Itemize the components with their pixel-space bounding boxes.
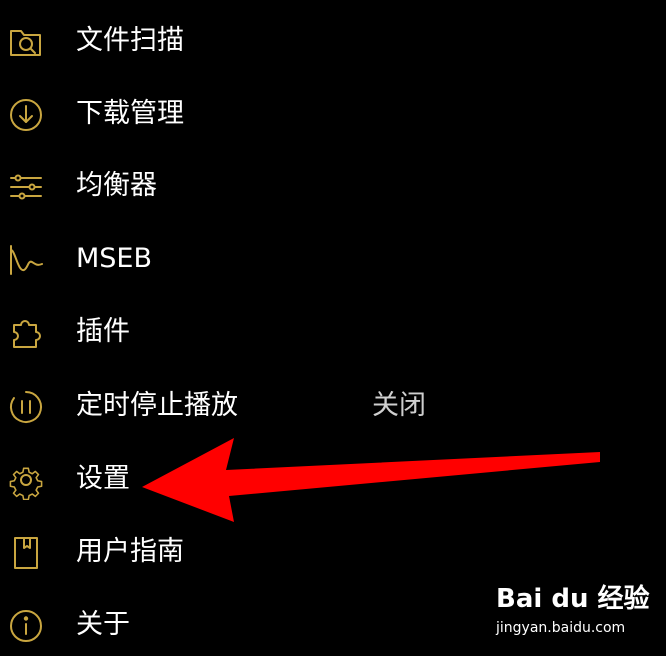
menu-item-label: MSEB [76, 243, 153, 274]
menu-item-sleep-timer[interactable]: 定时停止播放 关闭 [0, 373, 666, 437]
menu-item-download-manager[interactable]: 下载管理 [0, 81, 666, 145]
menu-item-label: 关于 [76, 609, 130, 640]
info-icon [6, 606, 46, 646]
equalizer-icon [6, 167, 46, 207]
baidu-jingyan-watermark: Bai du 经验 jingyan.baidu.com [496, 578, 650, 640]
menu-item-label: 用户指南 [76, 536, 184, 567]
menu-item-label: 文件扫描 [76, 25, 184, 56]
watermark-url: jingyan.baidu.com [496, 620, 626, 636]
menu-item-mseb[interactable]: MSEB [0, 226, 666, 290]
puzzle-icon [6, 313, 46, 353]
gear-icon [6, 460, 46, 500]
timer-pause-icon [6, 387, 46, 427]
menu-item-label: 设置 [76, 463, 130, 494]
menu-item-equalizer[interactable]: 均衡器 [0, 153, 666, 217]
waveform-icon [6, 240, 46, 280]
menu-item-label: 下载管理 [76, 98, 184, 129]
menu-item-file-scan[interactable]: 文件扫描 [0, 8, 666, 72]
book-icon [6, 533, 46, 573]
sleep-timer-status: 关闭 [372, 390, 426, 421]
menu-item-label: 均衡器 [76, 170, 157, 201]
menu-item-label: 定时停止播放 [76, 390, 238, 421]
menu-item-settings[interactable]: 设置 [0, 446, 666, 510]
menu-item-plugins[interactable]: 插件 [0, 299, 666, 363]
watermark-logo: Bai du 经验 [496, 584, 650, 614]
menu-item-user-guide[interactable]: 用户指南 [0, 519, 666, 583]
folder-scan-icon [6, 22, 46, 62]
download-icon [6, 95, 46, 135]
menu-item-label: 插件 [76, 316, 130, 347]
